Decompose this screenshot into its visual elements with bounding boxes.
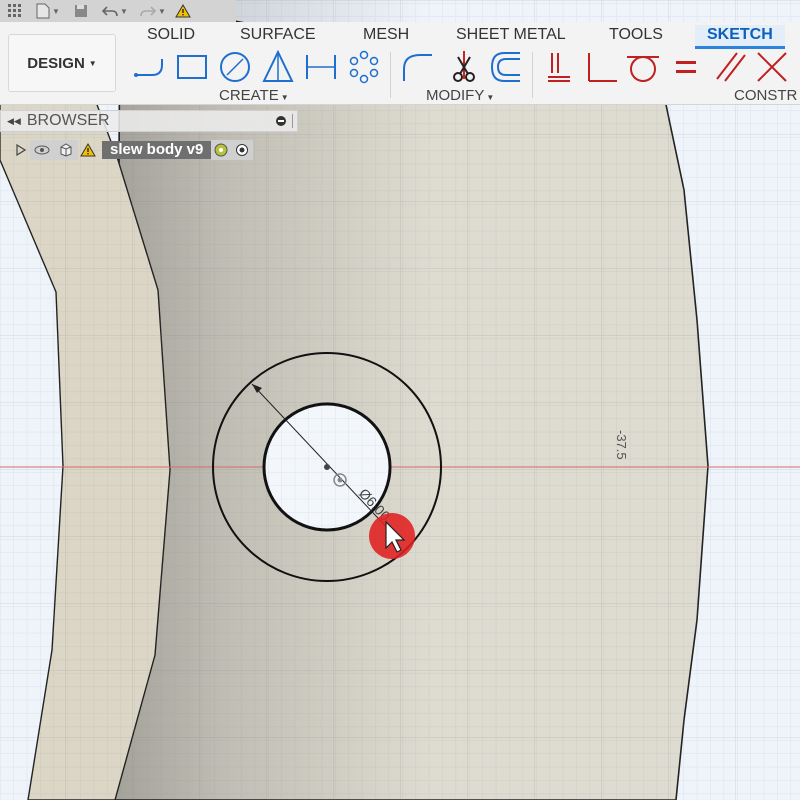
save-icon[interactable] (66, 0, 96, 22)
pattern-icon[interactable] (346, 49, 382, 85)
triangle-icon[interactable] (260, 49, 296, 85)
tab-surface[interactable]: SURFACE (240, 25, 316, 45)
grid-icon[interactable] (0, 0, 30, 22)
trim-icon[interactable] (446, 49, 482, 85)
collapse-panel-icon[interactable]: ◀◀ (7, 116, 21, 127)
design-workspace-button[interactable]: DESIGN ▼ (8, 34, 116, 92)
dimension-icon[interactable] (303, 49, 339, 85)
equal-icon[interactable] (668, 49, 704, 85)
midpoint-icon[interactable] (754, 49, 790, 85)
parallel-icon[interactable] (711, 49, 747, 85)
component-icon (54, 140, 78, 160)
line-icon[interactable] (132, 49, 168, 85)
tab-mesh[interactable]: MESH (363, 25, 409, 45)
perpendicular-icon[interactable] (583, 49, 619, 85)
tab-sketch[interactable]: SKETCH (695, 25, 785, 49)
component-name[interactable]: slew body v9 (102, 141, 212, 159)
constraints-group-label[interactable]: CONSTR (734, 87, 797, 104)
ribbon-toolbar: DESIGN ▼ SOLID SURFACE MESH SHEET METAL T… (0, 22, 800, 105)
browser-component-row[interactable]: slew body v9 (12, 139, 276, 161)
eye-icon[interactable] (30, 140, 54, 160)
circle-icon[interactable] (217, 49, 253, 85)
browser-title: BROWSER (26, 112, 110, 129)
activate-component-icon[interactable] (211, 140, 232, 160)
tab-tools[interactable]: TOOLS (609, 25, 663, 45)
warning-icon (78, 140, 98, 160)
tangent-icon[interactable] (625, 49, 661, 85)
file-icon[interactable]: ▼ (30, 0, 66, 22)
tab-solid[interactable]: SOLID (147, 25, 195, 45)
modify-group-label[interactable]: MODIFY ▼ (426, 87, 494, 104)
coincident-constraint-icon[interactable] (542, 49, 578, 85)
warning-icon[interactable] (172, 0, 194, 22)
undo-icon[interactable]: ▼ (96, 0, 134, 22)
redo-icon[interactable]: ▼ (134, 0, 172, 22)
fillet-icon[interactable] (400, 49, 436, 85)
tab-sheet-metal[interactable]: SHEET METAL (456, 25, 566, 45)
expand-arrow-icon[interactable] (12, 140, 30, 160)
quick-access-bar: ▼ ▼ ▼ (0, 0, 236, 22)
create-group-label[interactable]: CREATE ▼ (219, 87, 289, 104)
radio-icon[interactable] (231, 140, 254, 160)
workspace-label: DESIGN (27, 54, 85, 72)
dimension-value-label[interactable]: -37.5 (614, 430, 629, 460)
browser-panel-header[interactable]: ◀◀ BROWSER (0, 110, 298, 132)
browser-options-icon[interactable] (276, 116, 286, 126)
rectangle-icon[interactable] (174, 49, 210, 85)
offset-icon[interactable] (488, 49, 524, 85)
